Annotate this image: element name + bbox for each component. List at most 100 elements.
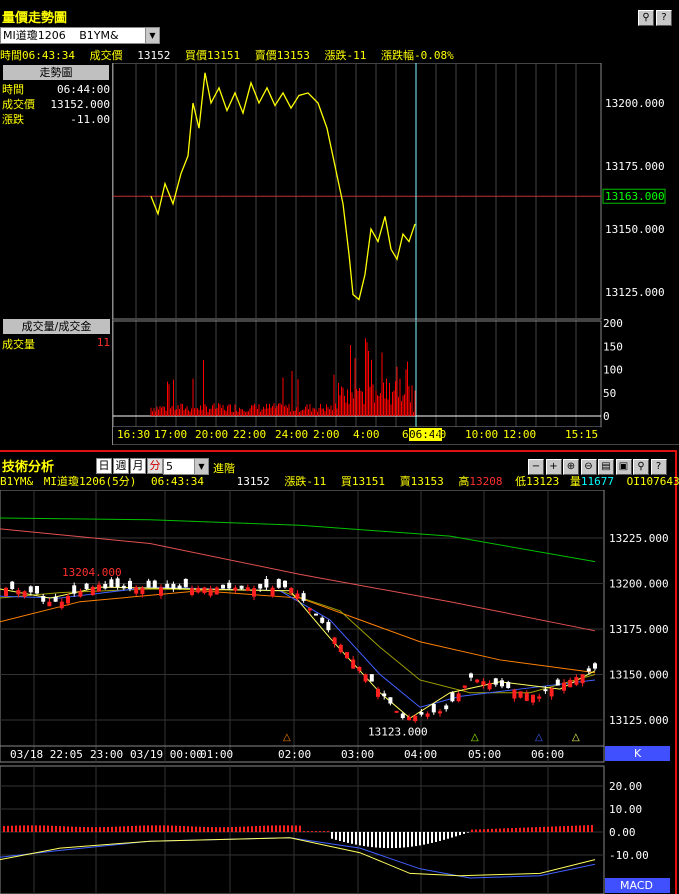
search-icon[interactable]: ⚲ [638, 10, 654, 26]
ma-line [0, 588, 596, 694]
candle-body [47, 601, 52, 607]
time-axis-label: 22:00 [233, 428, 267, 441]
quote-change: 漲跌-11 [324, 49, 367, 62]
macd-axis-label: 20.00 [609, 780, 642, 793]
candle-body [481, 681, 486, 686]
candle-body [196, 587, 201, 593]
candle-body [326, 621, 331, 631]
candle-body [35, 586, 39, 594]
candle-body [165, 583, 170, 588]
candle-body [239, 585, 244, 589]
candle-body [183, 578, 188, 588]
bottom-window: 技術分析 日週月分 5 ▼ 進階 − + ⊕ ⊖ ▤ ▣ ⚲? B1YM& MI道瓊1206… [0, 450, 679, 894]
info-list: 時間 06:44:00 成交價 13152.000 漲跌 -11.00 [0, 82, 112, 127]
candle-body [314, 613, 318, 616]
quote-bid: 買價13151 [184, 49, 241, 62]
candle-body [97, 584, 101, 592]
candle-body [252, 588, 256, 597]
volume-tab[interactable]: 成交量/成交金 [3, 319, 110, 334]
period-tab[interactable]: 日 [96, 458, 112, 474]
info-row: 成交價 13152.000 [0, 97, 112, 112]
candle-body [506, 682, 511, 689]
kline-axis-label: 13225.000 [609, 532, 669, 545]
ma-line [0, 590, 596, 674]
candle-body [456, 693, 461, 702]
candle-body [171, 583, 176, 589]
period-tab[interactable]: 週 [113, 458, 129, 474]
candle-body [531, 694, 535, 703]
macd-axis-label: 10.00 [609, 803, 642, 816]
candle-body [276, 579, 281, 588]
chevron-down-icon[interactable]: ▼ [145, 28, 159, 43]
symbol-code: B1YM& [79, 29, 119, 42]
candle-body [53, 596, 58, 602]
time-axis-label: 10:00 [465, 428, 499, 441]
candle-body [574, 677, 579, 685]
candle-body [177, 585, 182, 589]
candle-body [289, 588, 294, 594]
candle-body [59, 601, 64, 609]
kline-time-label: 01:00 [200, 748, 233, 761]
candle-body [524, 693, 529, 701]
ma-line [0, 586, 596, 719]
candle-body [190, 588, 194, 596]
candle-body [245, 587, 250, 591]
info-ask: 賣13153 [399, 475, 444, 488]
candle-body [10, 581, 15, 589]
time-axis-label: 20:00 [195, 428, 229, 441]
candle-body [425, 713, 430, 717]
k-tag-label: K [634, 747, 642, 760]
ma-line [0, 586, 596, 708]
candle-body [357, 666, 362, 671]
candle-body [208, 588, 213, 596]
candle-body [562, 682, 566, 691]
info-value: -11.00 [70, 113, 110, 126]
candle-body [307, 608, 312, 611]
candle-body [469, 673, 473, 678]
candle-body [444, 705, 449, 710]
info-row: 時間 06:44:00 [0, 82, 112, 97]
candle-body [388, 697, 393, 704]
trend-tab[interactable]: 走勢圖 [3, 65, 109, 80]
price-axis-label: 13125.000 [605, 286, 665, 299]
candle-body [555, 679, 560, 686]
kline-axis-label: 13125.000 [609, 714, 669, 727]
candle-body [382, 693, 387, 697]
candle-body [394, 710, 399, 713]
candle-body [338, 644, 343, 653]
chevron-down-icon[interactable]: ▼ [194, 459, 208, 474]
kline-time-label: 06:00 [531, 748, 564, 761]
candle-body [159, 587, 163, 596]
time-axis-label: 12:00 [503, 428, 537, 441]
candle-body [438, 711, 442, 714]
interval-value: 5 [166, 460, 173, 473]
time-axis-label: 2:00 [313, 428, 340, 441]
kline-time-label: 02:00 [278, 748, 311, 761]
quote-ask: 賣價13153 [254, 49, 310, 62]
macd-axis-label: 0.00 [609, 826, 636, 839]
period-tab[interactable]: 月 [130, 458, 146, 474]
price-frame [113, 63, 602, 320]
kline-frame [0, 490, 605, 763]
low-marker: 13123.000 [368, 726, 428, 739]
ma-line [0, 517, 596, 563]
candle-body [487, 682, 492, 690]
candle-body [283, 580, 287, 588]
help-icon[interactable]: ? [656, 10, 672, 26]
candle-body [134, 587, 139, 594]
symbol-select[interactable]: MI道瓊1206 B1YM& ▼ [0, 27, 160, 44]
macd-frame [0, 765, 605, 894]
info-low: 低13123 [515, 475, 560, 488]
volume-axis-label: 200 [603, 317, 623, 330]
candle-body [369, 674, 374, 682]
info-change: 漲跌-11 [284, 475, 327, 488]
time-axis-label: 4:00 [353, 428, 380, 441]
info-label: 時間 [2, 83, 24, 96]
candle-body [475, 679, 480, 683]
period-tab[interactable]: 分 [147, 458, 163, 474]
kline-time-label: 23:00 [90, 748, 123, 761]
candle-body [593, 663, 597, 669]
intraday-chart: 13200.000 13175.000 13163.000 13150.000 1312… [113, 63, 679, 445]
price-axis-label: 13150.000 [605, 223, 665, 236]
info-panel: 走勢圖 時間 06:44:00 成交價 13152.000 漲跌 -11.00 成交量/成… [0, 63, 113, 445]
